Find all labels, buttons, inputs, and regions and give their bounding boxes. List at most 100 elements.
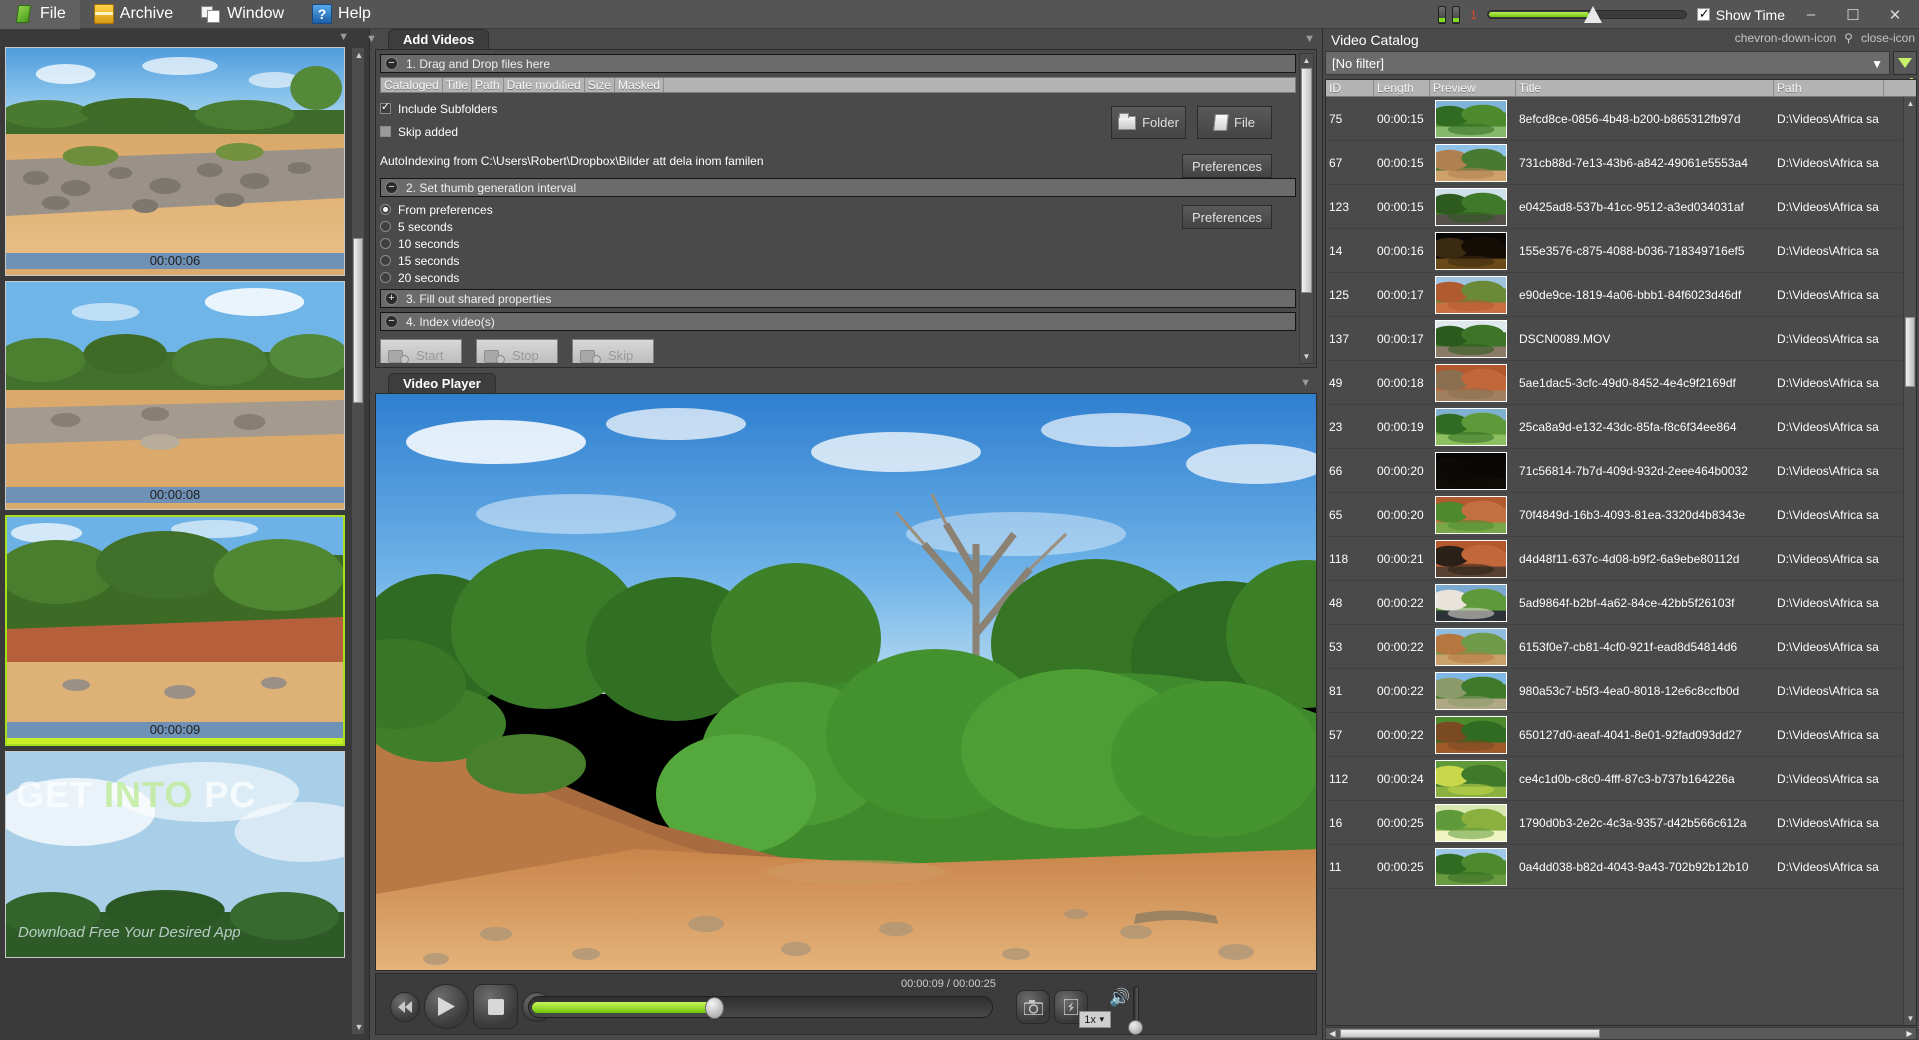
catalog-vertical-scrollbar[interactable]: ▲ ▼ xyxy=(1903,97,1916,1025)
scrollbar-thumb[interactable] xyxy=(1905,317,1915,387)
thumbnail-scrollbar[interactable]: ▲ ▼ xyxy=(351,47,365,1035)
preferences-button-1[interactable]: Preferences xyxy=(1182,154,1272,178)
stop-button[interactable] xyxy=(473,984,518,1029)
scroll-down-icon[interactable]: ▼ xyxy=(1904,1012,1916,1025)
collapse-icon[interactable]: − xyxy=(385,315,398,328)
table-row[interactable]: 53 00:00:22 6153f0e7-cb81-4cf0-921f-ead8d5… xyxy=(1326,625,1903,669)
table-row[interactable]: 137 00:00:17 DSCN0089.MOV D:\Videos\Africa … xyxy=(1326,317,1903,361)
column-cataloged[interactable]: Cataloged xyxy=(381,78,443,92)
cell-preview[interactable] xyxy=(1430,671,1516,710)
interval-option-20s[interactable]: 20 seconds xyxy=(380,269,1296,286)
table-row[interactable]: 67 00:00:15 731cb88d-7e13-43b6-a842-49061e… xyxy=(1326,141,1903,185)
interval-option-15s[interactable]: 15 seconds xyxy=(380,252,1296,269)
cell-preview[interactable] xyxy=(1430,495,1516,534)
table-row[interactable]: 125 00:00:17 e90de9ce-1819-4a06-bbb1-84f60… xyxy=(1326,273,1903,317)
cell-preview[interactable] xyxy=(1430,187,1516,226)
section-drag-and-drop[interactable]: − 1. Drag and Drop files here xyxy=(380,54,1296,73)
table-row[interactable]: 11 00:00:25 0a4dd038-b82d-4043-9a43-702b92… xyxy=(1326,845,1903,889)
section-index-videos[interactable]: − 4. Index video(s) xyxy=(380,312,1296,331)
menu-item-window[interactable]: Window xyxy=(187,0,298,29)
rewind-button[interactable] xyxy=(390,992,420,1022)
cell-preview[interactable] xyxy=(1430,99,1516,138)
column-date-modified[interactable]: Date modified xyxy=(504,78,585,92)
catalog-horizontal-scrollbar[interactable]: ◀ ▶ xyxy=(1325,1027,1917,1040)
cell-preview[interactable] xyxy=(1430,143,1516,182)
column-length[interactable]: Length xyxy=(1374,80,1430,96)
cell-preview[interactable] xyxy=(1430,847,1516,886)
table-row[interactable]: 14 00:00:16 155e3576-c875-4088-b036-718349… xyxy=(1326,229,1903,273)
cell-preview[interactable] xyxy=(1430,363,1516,402)
file-button[interactable]: File xyxy=(1197,106,1272,139)
add-videos-scrollbar[interactable]: ▲ ▼ xyxy=(1299,53,1314,364)
menu-item-file[interactable]: File xyxy=(0,0,80,29)
column-size[interactable]: Size xyxy=(585,78,616,92)
stop-button[interactable]: Stop xyxy=(476,339,558,363)
menu-item-archive[interactable]: Archive xyxy=(80,0,187,29)
binoculars-icon[interactable] xyxy=(1438,5,1461,24)
column-path[interactable]: Path xyxy=(1774,80,1884,96)
radio-from-preferences[interactable] xyxy=(380,204,391,215)
filter-select[interactable]: [No filter] ▼ xyxy=(1325,51,1890,75)
table-row[interactable]: 65 00:00:20 70f4849d-16b3-4093-81ea-3320d4… xyxy=(1326,493,1903,537)
close-icon[interactable]: close-icon xyxy=(1861,31,1915,45)
cell-preview[interactable] xyxy=(1430,539,1516,578)
table-row[interactable]: 57 00:00:22 650127d0-aeaf-4041-8e01-92fad0… xyxy=(1326,713,1903,757)
seek-slider-handle[interactable] xyxy=(705,997,724,1019)
table-row[interactable]: 112 00:00:24 ce4c1d0b-c8c0-4fff-87c3-b737b… xyxy=(1326,757,1903,801)
skip-added-checkbox[interactable] xyxy=(380,126,391,137)
expand-icon[interactable]: + xyxy=(385,292,398,305)
show-time-toggle[interactable]: Show Time xyxy=(1696,6,1785,23)
table-row[interactable]: 118 00:00:21 d4d48f11-637c-4d08-b9f2-6a9eb… xyxy=(1326,537,1903,581)
scrollbar-thumb[interactable] xyxy=(1301,68,1312,293)
pin-icon[interactable]: ⚲ xyxy=(1844,31,1853,45)
table-row[interactable]: 81 00:00:22 980a53c7-b5f3-4ea0-8018-12e6c8… xyxy=(1326,669,1903,713)
column-path[interactable]: Path xyxy=(472,78,504,92)
table-row[interactable]: 23 00:00:19 25ca8a9d-e132-43dc-85fa-f8c6f3… xyxy=(1326,405,1903,449)
video-display[interactable] xyxy=(375,393,1317,971)
cell-preview[interactable] xyxy=(1430,583,1516,622)
volume-slider[interactable] xyxy=(1486,6,1687,23)
scroll-down-icon[interactable]: ▼ xyxy=(1300,350,1313,363)
interval-option-5s[interactable]: 5 seconds xyxy=(380,218,1296,235)
cell-preview[interactable] xyxy=(1430,319,1516,358)
scroll-up-icon[interactable]: ▲ xyxy=(1300,54,1313,67)
cell-preview[interactable] xyxy=(1430,231,1516,270)
cell-preview[interactable] xyxy=(1430,803,1516,842)
scrollbar-thumb[interactable] xyxy=(353,238,363,403)
player-options-icon[interactable]: ▼ xyxy=(1300,373,1311,393)
skip-button[interactable]: Skip xyxy=(572,339,654,363)
column-title[interactable]: Title xyxy=(443,78,472,92)
scroll-up-icon[interactable]: ▲ xyxy=(352,48,366,62)
thumbstrip-menu-icon[interactable]: ▼ xyxy=(338,31,349,43)
folder-button[interactable]: Folder xyxy=(1111,106,1186,139)
radio-15-seconds[interactable] xyxy=(380,255,391,266)
thumbnail-card-watermark[interactable]: GET INTO PC Download Free Your Desired A… xyxy=(5,751,345,958)
table-row[interactable]: 66 00:00:20 71c56814-7b7d-409d-932d-2eee46… xyxy=(1326,449,1903,493)
thumbnail-card[interactable]: 00:00:08 xyxy=(5,281,345,510)
scroll-right-icon[interactable]: ▶ xyxy=(1903,1028,1916,1039)
cell-preview[interactable] xyxy=(1430,275,1516,314)
tab-add-videos[interactable]: Add Videos xyxy=(388,29,490,49)
section-thumb-interval[interactable]: − 2. Set thumb generation interval xyxy=(380,178,1296,197)
volume-slider-handle[interactable] xyxy=(1583,6,1602,23)
cell-preview[interactable] xyxy=(1430,407,1516,446)
section-shared-properties[interactable]: + 3. Fill out shared properties xyxy=(380,289,1296,308)
cell-preview[interactable] xyxy=(1430,759,1516,798)
radio-20-seconds[interactable] xyxy=(380,272,391,283)
cell-preview[interactable] xyxy=(1430,627,1516,666)
cell-preview[interactable] xyxy=(1430,451,1516,490)
table-row[interactable]: 123 00:00:15 e0425ad8-537b-41cc-9512-a3ed0… xyxy=(1326,185,1903,229)
column-preview[interactable]: Preview xyxy=(1430,80,1516,96)
menu-item-help[interactable]: ? Help xyxy=(298,0,385,29)
column-id[interactable]: ID xyxy=(1326,80,1374,96)
start-button[interactable]: Start xyxy=(380,339,462,363)
panel-menu-icon[interactable]: ▼ xyxy=(366,29,377,49)
column-title[interactable]: Title xyxy=(1516,80,1774,96)
scroll-up-icon[interactable]: ▲ xyxy=(1904,97,1916,110)
preferences-button-2[interactable]: Preferences xyxy=(1182,205,1272,229)
chevron-down-icon[interactable]: chevron-down-icon xyxy=(1735,31,1836,45)
snapshot-button[interactable] xyxy=(1016,990,1050,1024)
maximize-button[interactable]: ☐ xyxy=(1837,3,1869,27)
player-volume-handle[interactable] xyxy=(1128,1020,1143,1035)
scroll-down-icon[interactable]: ▼ xyxy=(352,1020,366,1034)
